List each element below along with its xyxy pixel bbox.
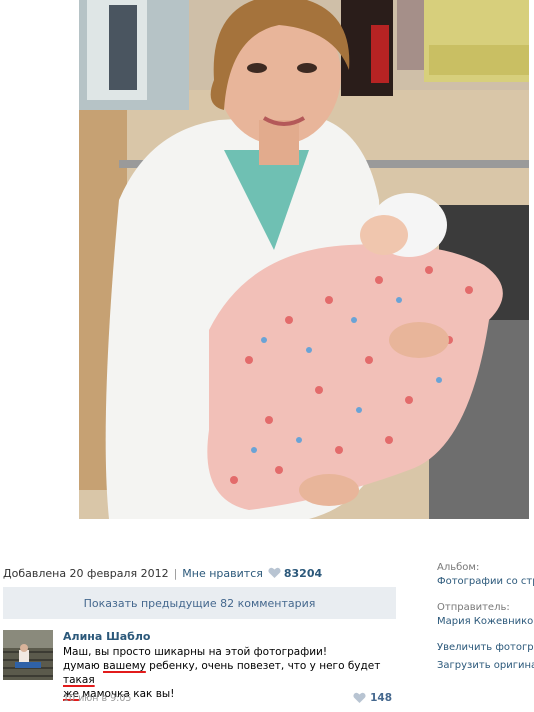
added-date: Добавлена 20 февраля 2012 bbox=[3, 566, 169, 580]
comment-text-part: думаю bbox=[63, 660, 104, 672]
enlarge-photo-link[interactable]: Увеличить фотогра bbox=[437, 642, 534, 660]
comment-like-button[interactable]: 148 bbox=[353, 692, 392, 704]
photo-image[interactable] bbox=[79, 0, 529, 519]
comment-author-link[interactable]: Алина Шабло bbox=[63, 630, 150, 643]
comment-item: Алина Шабло Маш, вы просто шикарны на эт… bbox=[3, 628, 396, 708]
show-previous-comments-button[interactable]: Показать предыдущие 82 комментария bbox=[3, 587, 396, 619]
photo-meta-row: Добавлена 20 февраля 2012 | Мне нравится… bbox=[3, 565, 423, 581]
comment-text-part: ребенку, очень повезет, что у него будет bbox=[145, 660, 381, 672]
comment-line-1: Маш, вы просто шикарны на этой фотографи… bbox=[63, 646, 328, 658]
album-label: Альбом: bbox=[437, 562, 480, 573]
separator: | bbox=[173, 566, 178, 580]
underlined-word: вашему bbox=[103, 660, 146, 672]
heart-icon bbox=[353, 692, 366, 703]
avatar-image bbox=[3, 630, 53, 680]
avatar[interactable] bbox=[3, 630, 53, 680]
like-count: 83204 bbox=[283, 566, 323, 580]
download-original-link[interactable]: Загрузить оригина bbox=[437, 660, 534, 678]
comment-date[interactable]: 10 июн в 9:05 bbox=[63, 693, 131, 704]
underlined-word: такая bbox=[63, 674, 95, 686]
photo-sidebar: Альбом: Фотографии со стр Отправитель: М… bbox=[437, 562, 534, 678]
sender-label: Отправитель: bbox=[437, 602, 510, 613]
photo-illustration bbox=[79, 0, 529, 519]
heart-icon[interactable] bbox=[268, 567, 281, 579]
album-link[interactable]: Фотографии со стр bbox=[437, 576, 534, 594]
comment-like-count: 148 bbox=[370, 692, 392, 704]
sender-link[interactable]: Мария Кожевников bbox=[437, 616, 534, 634]
like-button[interactable]: Мне нравится bbox=[182, 567, 263, 580]
comment-line-2: думаю вашему ребенку, очень повезет, что… bbox=[63, 659, 398, 687]
